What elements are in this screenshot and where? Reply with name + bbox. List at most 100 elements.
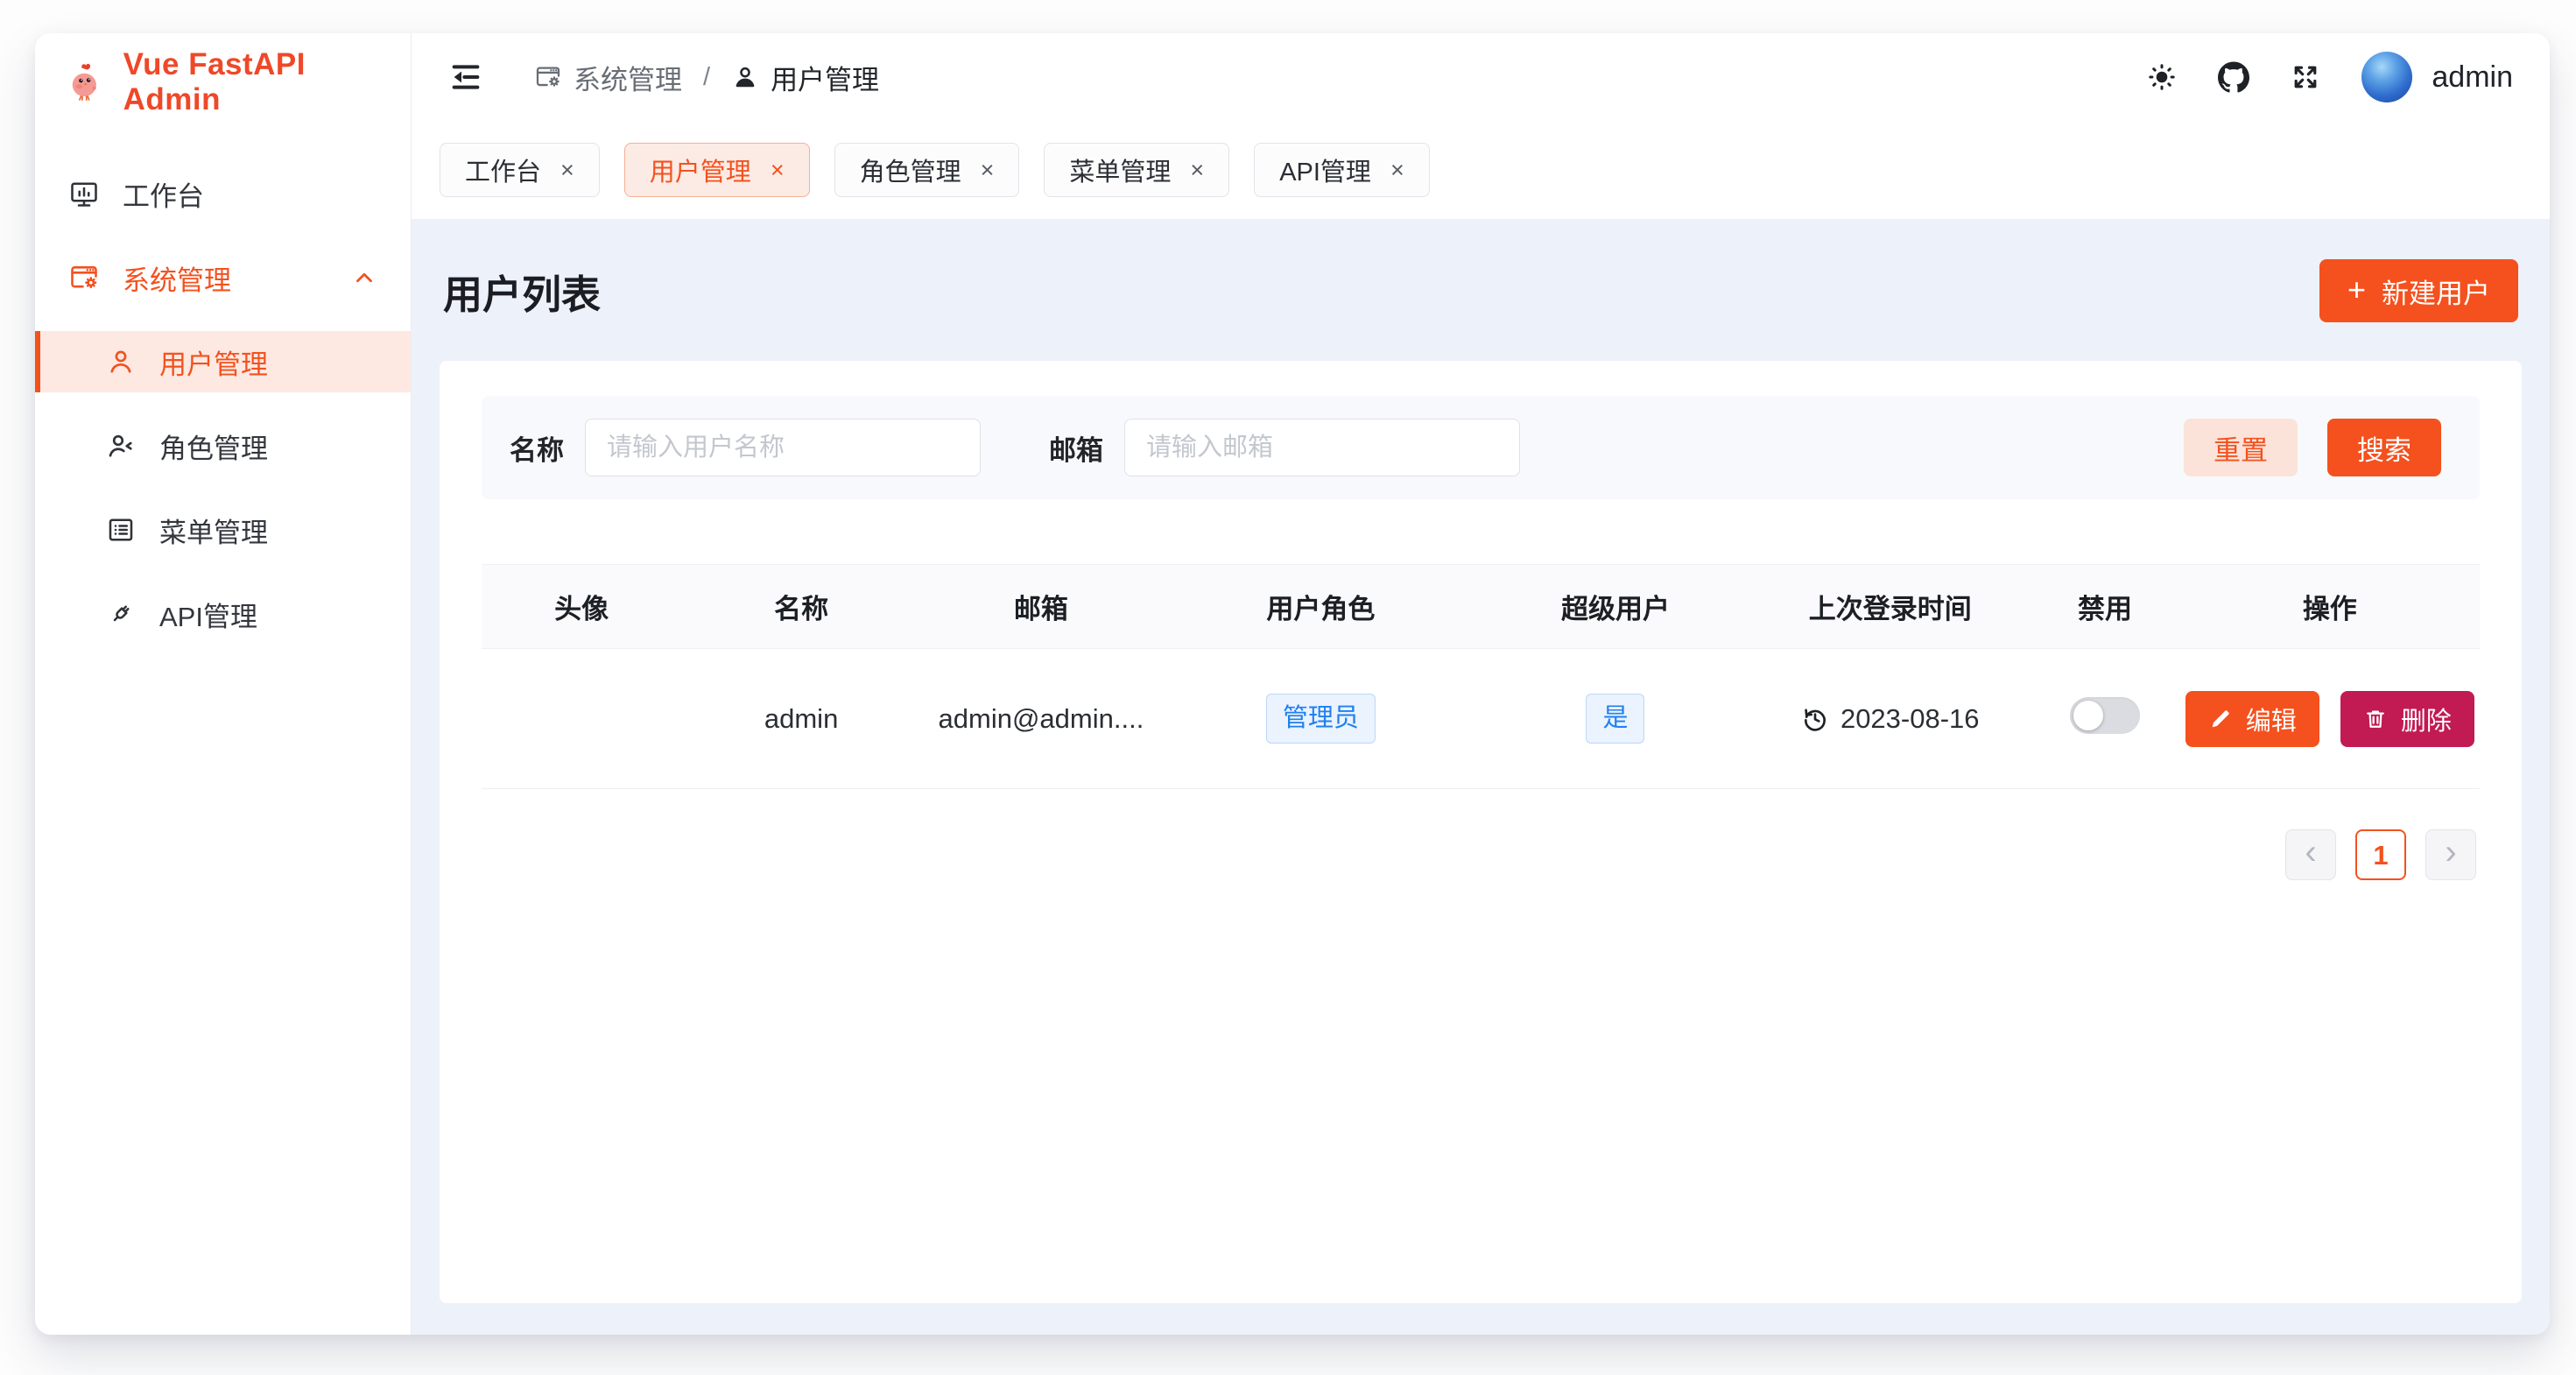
chevron-right-icon: › bbox=[2445, 835, 2456, 870]
col-lastlogin: 上次登录时间 bbox=[1750, 565, 2030, 649]
history-clock-icon bbox=[1801, 705, 1829, 733]
sidebar-item-system[interactable]: 系统管理 bbox=[35, 247, 411, 308]
sidebar-item-label: 菜单管理 bbox=[159, 511, 268, 550]
app-logo[interactable]: Vue FastAPI Admin bbox=[35, 37, 411, 128]
name-cell: admin bbox=[681, 649, 921, 789]
col-actions: 操作 bbox=[2180, 565, 2480, 649]
sidebar-item-label: 用户管理 bbox=[159, 342, 268, 382]
disabled-cell bbox=[2030, 649, 2179, 789]
sidebar-item-workbench[interactable]: 工作台 bbox=[35, 163, 411, 224]
tab-workbench[interactable]: 工作台 × bbox=[440, 143, 600, 197]
user-icon bbox=[731, 63, 759, 91]
plus-icon: + bbox=[2347, 274, 2366, 306]
disable-toggle[interactable] bbox=[2070, 697, 2140, 734]
col-superuser: 超级用户 bbox=[1481, 565, 1750, 649]
add-user-button[interactable]: + 新建用户 bbox=[2319, 259, 2518, 322]
email-input[interactable] bbox=[1124, 419, 1520, 476]
topbar-actions: admin bbox=[2146, 52, 2513, 102]
fullscreen-icon[interactable] bbox=[2290, 61, 2321, 93]
sidebar-menu: 工作台 系统管理 用户管 bbox=[35, 163, 411, 667]
pagination-page-1[interactable]: 1 bbox=[2355, 829, 2406, 880]
sidebar-item-api[interactable]: API管理 bbox=[35, 583, 411, 645]
close-icon[interactable]: × bbox=[771, 159, 785, 182]
breadcrumb-separator: / bbox=[703, 63, 710, 92]
pagination-prev-button[interactable]: ‹ bbox=[2285, 829, 2336, 880]
col-role: 用户角色 bbox=[1161, 565, 1481, 649]
email-label: 邮箱 bbox=[1049, 428, 1103, 468]
delete-button[interactable]: 删除 bbox=[2340, 691, 2474, 747]
pagination-next-button[interactable]: › bbox=[2425, 829, 2476, 880]
name-field-group: 名称 bbox=[510, 419, 981, 476]
role-cell: 管理员 bbox=[1161, 649, 1481, 789]
topbar: 系统管理 / 用户管理 bbox=[412, 33, 2550, 121]
edit-button[interactable]: 编辑 bbox=[2185, 691, 2319, 747]
user-icon bbox=[105, 346, 137, 377]
tab-roles[interactable]: 角色管理 × bbox=[834, 143, 1020, 197]
sidebar-item-users[interactable]: 用户管理 bbox=[35, 331, 411, 392]
app-title: Vue FastAPI Admin bbox=[123, 47, 381, 117]
name-input[interactable] bbox=[585, 419, 981, 476]
search-panel: 名称 邮箱 重置 搜索 bbox=[482, 396, 2480, 499]
email-cell: admin@admin.... bbox=[921, 649, 1161, 789]
superuser-cell: 是 bbox=[1481, 649, 1750, 789]
chevron-up-icon bbox=[351, 264, 377, 291]
search-actions: 重置 搜索 bbox=[2184, 419, 2452, 476]
sidebar-item-menus[interactable]: 菜单管理 bbox=[35, 499, 411, 561]
name-label: 名称 bbox=[510, 428, 564, 468]
email-field-group: 邮箱 bbox=[1049, 419, 1520, 476]
breadcrumb-current[interactable]: 用户管理 bbox=[731, 58, 879, 97]
menu-list-icon bbox=[105, 514, 137, 546]
theme-sun-icon[interactable] bbox=[2146, 61, 2178, 93]
app-window: Vue FastAPI Admin 工作台 系统管理 bbox=[35, 33, 2550, 1335]
chevron-left-icon: ‹ bbox=[2305, 835, 2316, 870]
close-icon[interactable]: × bbox=[1390, 159, 1404, 182]
sidebar-item-label: 角色管理 bbox=[159, 427, 268, 466]
sidebar-item-label: 工作台 bbox=[123, 174, 204, 214]
close-icon[interactable]: × bbox=[560, 159, 574, 182]
col-disabled: 禁用 bbox=[2030, 565, 2179, 649]
plug-icon bbox=[105, 598, 137, 630]
table-header-row: 头像 名称 邮箱 用户角色 超级用户 上次登录时间 禁用 操作 bbox=[482, 565, 2480, 649]
github-icon[interactable] bbox=[2218, 61, 2249, 93]
username: admin bbox=[2432, 60, 2513, 95]
col-avatar: 头像 bbox=[482, 565, 681, 649]
toggle-knob bbox=[2073, 701, 2103, 730]
close-icon[interactable]: × bbox=[981, 159, 995, 182]
window-gear-icon bbox=[68, 262, 100, 293]
tab-users[interactable]: 用户管理 × bbox=[624, 143, 810, 197]
sidebar: Vue FastAPI Admin 工作台 系统管理 bbox=[35, 33, 412, 1335]
breadcrumb: 系统管理 / 用户管理 bbox=[534, 58, 879, 97]
content: 用户列表 + 新建用户 名称 邮箱 bbox=[412, 219, 2550, 1335]
user-menu[interactable]: admin bbox=[2361, 52, 2513, 102]
col-email: 邮箱 bbox=[921, 565, 1161, 649]
main-area: 系统管理 / 用户管理 bbox=[412, 33, 2550, 1335]
sidebar-item-label: API管理 bbox=[159, 595, 257, 634]
close-icon[interactable]: × bbox=[1190, 159, 1204, 182]
user-list-card: 名称 邮箱 重置 搜索 bbox=[440, 361, 2522, 1303]
chick-logo-icon bbox=[65, 59, 106, 106]
title-row: 用户列表 + 新建用户 bbox=[440, 256, 2522, 322]
page-title: 用户列表 bbox=[443, 263, 601, 320]
tab-api[interactable]: API管理 × bbox=[1254, 143, 1430, 197]
trash-icon bbox=[2363, 707, 2388, 731]
breadcrumb-parent[interactable]: 系统管理 bbox=[534, 58, 682, 97]
avatar-cell bbox=[482, 649, 681, 789]
monitor-icon bbox=[68, 178, 100, 209]
tab-menus[interactable]: 菜单管理 × bbox=[1044, 143, 1229, 197]
window-gear-icon bbox=[534, 63, 562, 91]
superuser-tag: 是 bbox=[1586, 694, 1644, 743]
role-tag: 管理员 bbox=[1266, 694, 1376, 743]
user-role-icon bbox=[105, 430, 137, 462]
actions-cell: 编辑 bbox=[2180, 649, 2480, 789]
users-table: 头像 名称 邮箱 用户角色 超级用户 上次登录时间 禁用 操作 bbox=[482, 564, 2480, 789]
sidebar-item-label: 系统管理 bbox=[123, 258, 231, 298]
pagination: ‹ 1 › bbox=[482, 829, 2480, 880]
pencil-icon bbox=[2208, 707, 2233, 731]
lastlogin-cell: 2023-08-16 bbox=[1750, 649, 2030, 789]
collapse-sidebar-icon[interactable] bbox=[448, 60, 483, 95]
col-name: 名称 bbox=[681, 565, 921, 649]
search-button[interactable]: 搜索 bbox=[2327, 419, 2441, 476]
sidebar-item-roles[interactable]: 角色管理 bbox=[35, 415, 411, 476]
reset-button[interactable]: 重置 bbox=[2184, 419, 2298, 476]
avatar bbox=[2361, 52, 2412, 102]
